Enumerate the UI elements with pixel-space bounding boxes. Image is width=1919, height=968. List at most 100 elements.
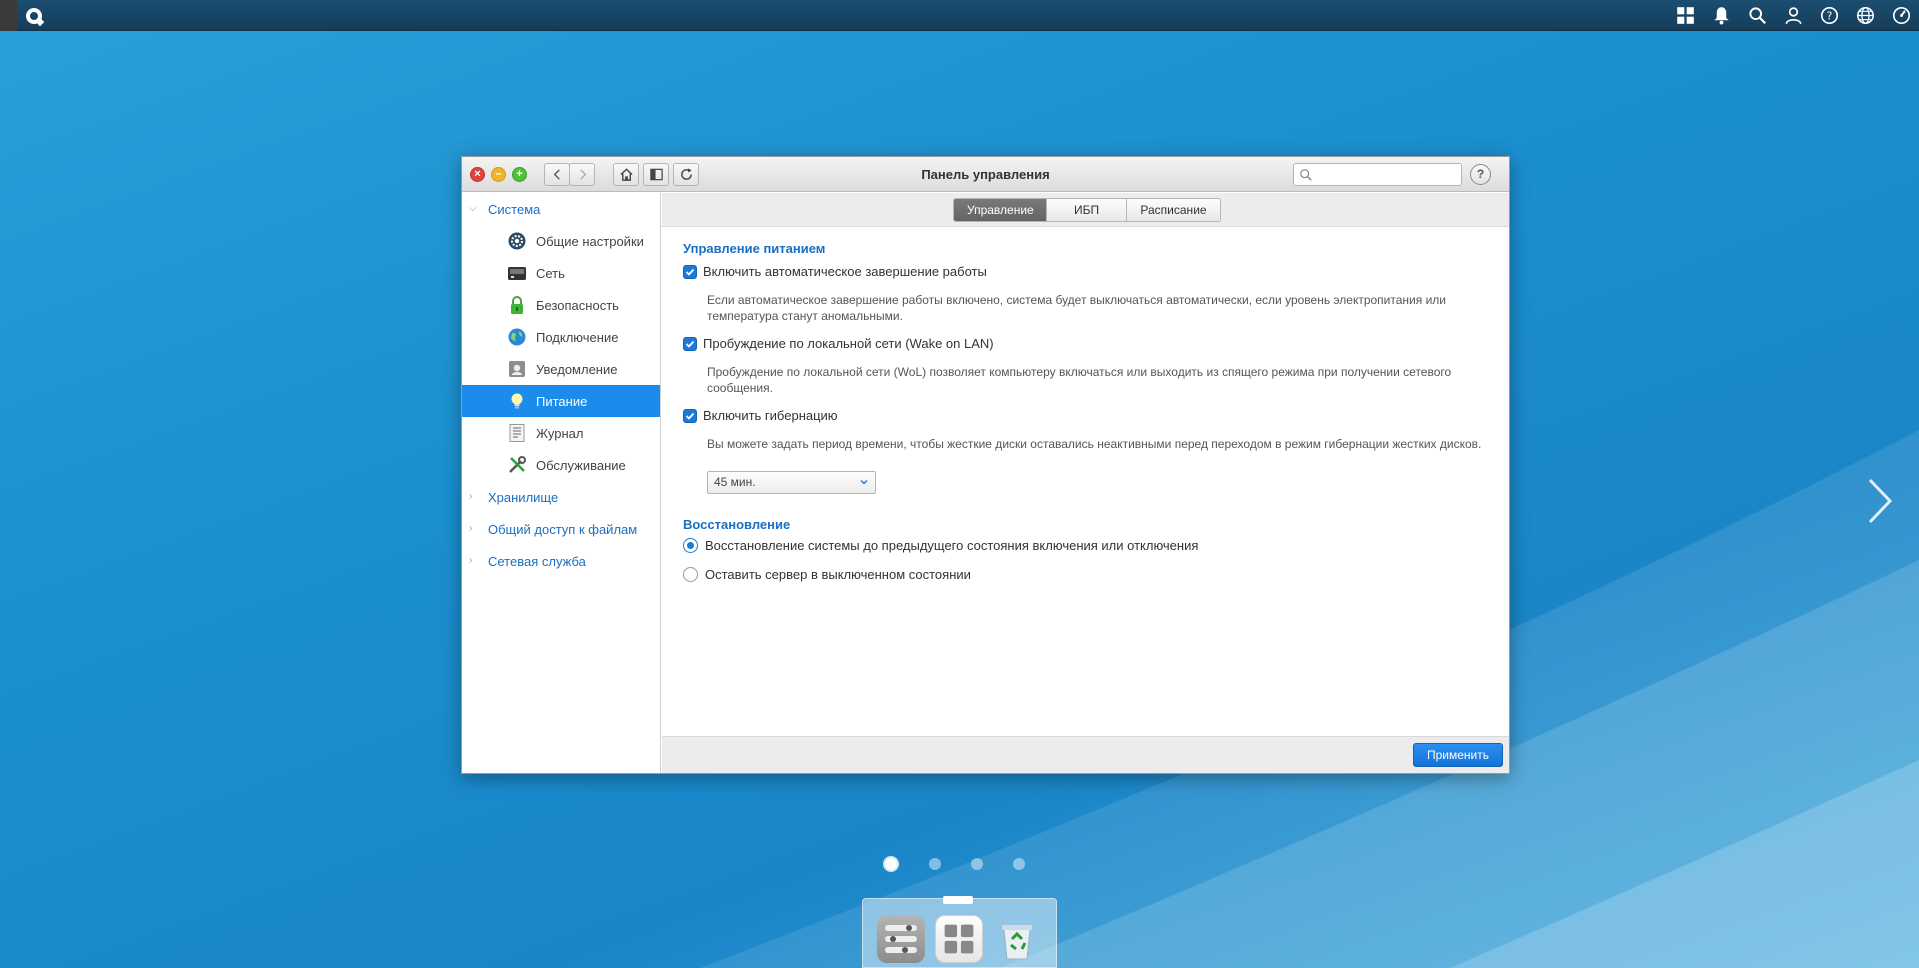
wol-option[interactable]: Пробуждение по локальной сети (Wake on L…	[683, 336, 994, 351]
hibernation-option[interactable]: Включить гибернацию	[683, 408, 838, 423]
sidebar-group-label: Система	[488, 201, 541, 217]
sidebar-item-label: Общие настройки	[536, 233, 644, 249]
sidebar-group-label: Общий доступ к файлам	[488, 521, 638, 537]
control-panel-app-icon[interactable]	[877, 915, 925, 963]
notification-icon	[506, 358, 528, 380]
globe-icon	[506, 326, 528, 348]
search-field[interactable]	[1293, 163, 1462, 186]
tab-ups[interactable]: ИБП	[1047, 199, 1127, 221]
bell-icon[interactable]	[1703, 0, 1739, 31]
chevron-down-icon	[860, 479, 868, 485]
sidebar-item-maintenance[interactable]: Обслуживание	[462, 449, 660, 481]
auto-shutdown-option[interactable]: Включить автоматическое завершение работ…	[683, 264, 987, 279]
language-globe-icon[interactable]	[1847, 0, 1883, 31]
dock	[862, 896, 1057, 968]
hibernation-description: Вы можете задать период времени, чтобы ж…	[707, 437, 1482, 451]
lock-icon	[506, 294, 528, 316]
wol-checkbox[interactable]	[683, 336, 697, 351]
page-dot-3[interactable]	[971, 858, 983, 870]
dashboard-gauge-icon[interactable]	[1883, 0, 1919, 31]
svg-text:?: ?	[1826, 10, 1832, 23]
chevron-right-icon: ›	[469, 555, 473, 566]
sidebar-item-log[interactable]: Журнал	[462, 417, 660, 449]
auto-shutdown-checkbox[interactable]	[683, 264, 697, 279]
apps-grid-icon[interactable]	[1667, 0, 1703, 31]
next-page-arrow-icon[interactable]	[1864, 476, 1894, 526]
sidebar-item-network[interactable]: Сеть	[462, 257, 660, 289]
restore-previous-state-radio[interactable]	[683, 538, 698, 553]
search-icon	[1300, 169, 1312, 181]
footer-bar: Применить	[662, 736, 1509, 773]
sidebar-item-security[interactable]: Безопасность	[462, 289, 660, 321]
sidebar-item-label: Журнал	[536, 425, 584, 441]
sidebar-item-label: Питание	[536, 393, 588, 409]
wol-label: Пробуждение по локальной сети (Wake on L…	[703, 336, 994, 351]
sidebar-item-label: Безопасность	[536, 297, 619, 313]
desktop-pager	[883, 856, 1055, 872]
control-panel-window: × – + Панель управления ? ⌵ Система Общи…	[461, 156, 1510, 774]
network-icon	[506, 262, 528, 284]
chevron-right-icon: ›	[469, 491, 473, 502]
gear-icon	[506, 230, 528, 252]
sidebar-item-label: Подключение	[536, 329, 619, 345]
sidebar-item-label: Сеть	[536, 265, 565, 281]
checkmark-icon	[685, 268, 695, 276]
sidebar-item-power[interactable]: Питание	[462, 385, 660, 417]
tab-management[interactable]: Управление	[954, 199, 1047, 221]
dock-handle[interactable]	[943, 896, 973, 904]
tab-schedule[interactable]: Расписание	[1127, 199, 1220, 221]
sidebar-item-notification[interactable]: Уведомление	[462, 353, 660, 385]
wol-description: Пробуждение по локальной сети (WoL) позв…	[707, 365, 1452, 395]
recovery-option-stay-off[interactable]: Оставить сервер в выключенном состоянии	[683, 567, 971, 582]
search-icon[interactable]	[1739, 0, 1775, 31]
sidebar-group-label: Сетевая служба	[488, 553, 586, 569]
recovery-title: Восстановление	[683, 517, 791, 532]
apply-button[interactable]: Применить	[1413, 743, 1503, 767]
auto-shutdown-label: Включить автоматическое завершение работ…	[703, 264, 987, 279]
sidebar-item-label: Обслуживание	[536, 457, 626, 473]
checkmark-icon	[685, 412, 695, 420]
sidebar-item-general-settings[interactable]: Общие настройки	[462, 225, 660, 257]
top-bar: ?	[0, 0, 1919, 31]
help-icon[interactable]: ?	[1811, 0, 1847, 31]
recycle-bin-icon[interactable]	[996, 915, 1038, 963]
top-bar-icons: ?	[1667, 0, 1919, 31]
page-dot-4[interactable]	[1013, 858, 1025, 870]
app-center-icon[interactable]	[935, 915, 983, 963]
tab-group: Управление ИБП Расписание	[953, 198, 1221, 222]
user-icon[interactable]	[1775, 0, 1811, 31]
log-icon	[506, 422, 528, 444]
chevron-down-icon: ⌵	[469, 203, 477, 214]
sidebar-group-storage[interactable]: › Хранилище	[462, 481, 660, 513]
sidebar: ⌵ Система Общие настройки Сеть Безопасно…	[462, 193, 661, 773]
sidebar-item-label: Уведомление	[536, 361, 618, 377]
recovery-option-restore[interactable]: Восстановление системы до предыдущего со…	[683, 538, 1198, 553]
title-bar: × – + Панель управления ?	[462, 157, 1509, 192]
tools-icon	[506, 454, 528, 476]
recovery-option-label: Восстановление системы до предыдущего со…	[705, 538, 1199, 553]
content-panel: Управление ИБП Расписание Управление пит…	[662, 193, 1509, 773]
power-management-title: Управление питанием	[683, 241, 826, 256]
sidebar-item-connection[interactable]: Подключение	[462, 321, 660, 353]
qnap-logo-icon[interactable]	[26, 8, 42, 24]
hibernation-period-select[interactable]: 45 мин.	[707, 471, 876, 494]
page-dot-2[interactable]	[929, 858, 941, 870]
checkmark-icon	[685, 340, 695, 348]
hibernation-period-value: 45 мин.	[714, 475, 756, 489]
lightbulb-icon	[506, 390, 528, 412]
sidebar-group-network-service[interactable]: › Сетевая служба	[462, 545, 660, 577]
sidebar-group-system[interactable]: ⌵ Система	[462, 193, 660, 225]
search-input[interactable]	[1316, 166, 1456, 183]
auto-shutdown-description: Если автоматическое завершение работы вк…	[707, 293, 1446, 323]
chevron-right-icon: ›	[469, 523, 473, 534]
recovery-option-label: Оставить сервер в выключенном состоянии	[705, 567, 971, 582]
tab-bar: Управление ИБП Расписание	[662, 193, 1509, 227]
sidebar-group-label: Хранилище	[488, 489, 559, 505]
hibernation-label: Включить гибернацию	[703, 408, 838, 423]
stay-off-radio[interactable]	[683, 567, 698, 582]
page-dot-1[interactable]	[883, 856, 899, 872]
help-button[interactable]: ?	[1470, 164, 1491, 185]
sidebar-group-file-sharing[interactable]: › Общий доступ к файлам	[462, 513, 660, 545]
hibernation-checkbox[interactable]	[683, 408, 697, 423]
start-button[interactable]	[0, 0, 17, 31]
